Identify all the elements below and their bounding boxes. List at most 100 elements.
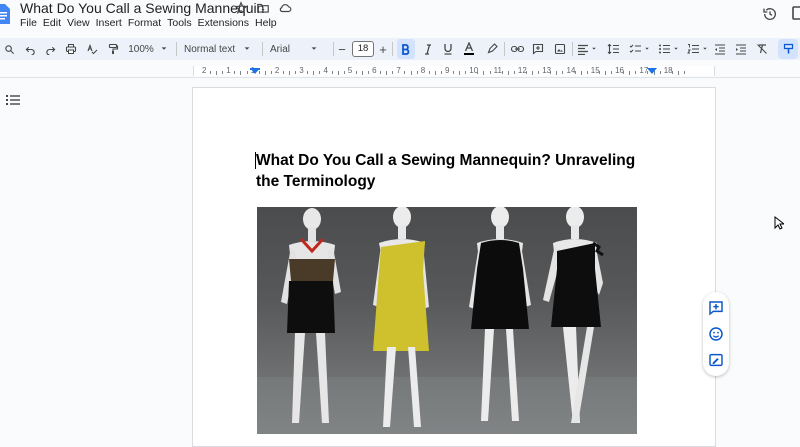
add-emoji-icon[interactable] (708, 326, 724, 342)
paint-format-icon[interactable] (106, 39, 120, 59)
ruler-tick (598, 71, 600, 74)
bulleted-list-icon[interactable] (656, 39, 680, 59)
ruler-tick (477, 71, 479, 74)
ruler-tick (574, 71, 576, 74)
font-select[interactable]: Arial (270, 39, 328, 59)
checklist-icon[interactable] (627, 39, 651, 59)
ruler-number: 7 (396, 66, 401, 75)
menu-tools[interactable]: Tools (167, 17, 197, 30)
ruler-tick (307, 71, 309, 74)
search-icon[interactable] (2, 39, 16, 59)
ruler-tick (459, 71, 461, 75)
docs-logo-icon[interactable] (0, 2, 10, 26)
ruler-number: 2 (202, 66, 207, 75)
clear-formatting-icon[interactable] (755, 39, 769, 59)
document-title[interactable]: What Do You Call a Sewing Mannequin (20, 0, 264, 16)
ruler-tick (611, 71, 613, 74)
paragraph-style-select[interactable]: Normal text (184, 39, 256, 59)
comments-icon[interactable] (792, 6, 800, 20)
italic-icon[interactable] (421, 39, 435, 59)
link-icon[interactable] (510, 39, 524, 59)
ruler-number: 3 (299, 66, 304, 75)
zoom-value: 100% (128, 43, 154, 55)
ruler-tick (355, 71, 357, 74)
document-heading[interactable]: What Do You Call a Sewing Mannequin? Unr… (256, 150, 656, 192)
ruler-tick (270, 71, 272, 74)
ruler-number: 5 (347, 66, 353, 75)
redo-icon[interactable] (43, 39, 57, 59)
ruler-tick (501, 71, 503, 74)
underline-icon[interactable] (441, 39, 455, 59)
numbered-list-icon[interactable] (685, 39, 709, 59)
increase-font-size-button[interactable]: + (377, 39, 389, 59)
decrease-font-size-button[interactable]: − (336, 39, 348, 59)
ruler-number: 8 (420, 66, 426, 75)
version-history-icon[interactable] (762, 6, 778, 22)
ruler-tick (210, 71, 212, 74)
mouse-pointer-icon (774, 216, 784, 230)
add-comment-icon[interactable] (708, 300, 724, 316)
title-actions (234, 1, 292, 15)
ruler-tick (683, 71, 685, 74)
ruler-tick (392, 71, 394, 74)
star-icon[interactable] (234, 1, 248, 15)
menu-help[interactable]: Help (255, 17, 282, 30)
ruler-tick (507, 71, 509, 75)
move-to-folder-icon[interactable] (256, 1, 270, 15)
menu-format[interactable]: Format (128, 17, 166, 30)
ruler-tick (313, 71, 315, 75)
ruler-tick (671, 71, 673, 74)
highlight-icon[interactable] (485, 39, 499, 59)
document-outline-icon[interactable] (6, 94, 20, 106)
ruler-tick (532, 71, 534, 75)
insert-image-icon[interactable] (553, 39, 567, 59)
bold-icon[interactable] (397, 39, 415, 59)
suggest-edits-icon[interactable] (708, 352, 724, 368)
menu-view[interactable]: View (67, 17, 95, 30)
toolbar-divider (333, 42, 334, 56)
ruler-number: 6 (372, 66, 377, 75)
ruler-tick (404, 71, 406, 74)
toolbar-divider (262, 42, 263, 56)
align-icon[interactable] (577, 39, 597, 59)
ruler-tick (416, 71, 418, 74)
left-indent-marker-icon[interactable] (250, 68, 260, 76)
menu-edit[interactable]: Edit (43, 17, 66, 30)
menu-extensions[interactable]: Extensions (198, 17, 254, 30)
text-color-icon[interactable] (462, 39, 476, 59)
ruler-tick (580, 71, 582, 75)
mannequins-image[interactable] (257, 207, 637, 434)
menu-insert[interactable]: Insert (96, 17, 127, 30)
ruler-tick (410, 71, 412, 75)
editing-mode-icon[interactable] (778, 39, 798, 59)
right-indent-marker-icon[interactable] (647, 68, 657, 76)
toolbar-divider (176, 42, 177, 56)
ruler-tick (428, 71, 430, 74)
print-icon[interactable] (64, 39, 78, 59)
ruler-tick (465, 71, 467, 74)
menu-file[interactable]: File (20, 17, 42, 30)
ruler-tick (380, 71, 382, 74)
increase-indent-icon[interactable] (734, 39, 748, 59)
ruler-tick (264, 71, 266, 75)
ruler-tick (368, 71, 370, 74)
ruler-tick (234, 71, 236, 74)
font-size-input[interactable]: 18 (352, 41, 374, 57)
spellcheck-icon[interactable] (85, 39, 99, 59)
ruler-tick (289, 71, 291, 75)
toolbar-divider (392, 42, 393, 56)
zoom-select[interactable]: 100% (126, 39, 170, 59)
ruler-tick (483, 71, 485, 75)
toolbar-divider (504, 42, 505, 56)
ruler-tick (586, 71, 588, 74)
toolbar-divider (572, 42, 573, 56)
cloud-status-icon[interactable] (278, 1, 292, 15)
ruler-tick (282, 71, 284, 74)
line-spacing-icon[interactable] (606, 39, 620, 59)
decrease-indent-icon[interactable] (713, 39, 727, 59)
ruler-tick (556, 71, 558, 75)
ruler-number: 2 (274, 66, 280, 75)
paragraph-style-value: Normal text (184, 43, 236, 55)
undo-icon[interactable] (23, 39, 37, 59)
add-comment-icon[interactable] (531, 39, 545, 59)
